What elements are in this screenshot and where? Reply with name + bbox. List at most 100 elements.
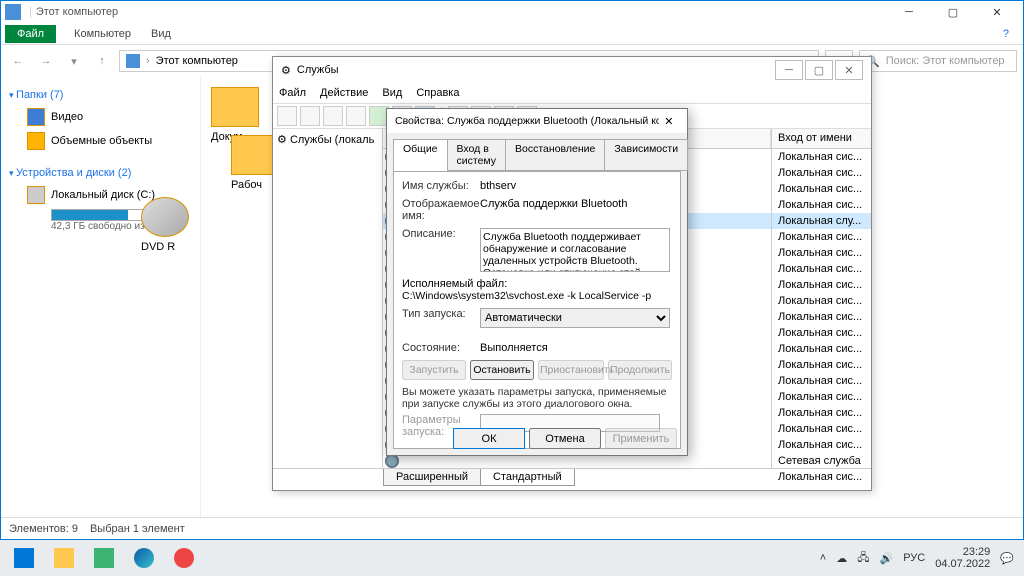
close-button[interactable]: ✕ bbox=[835, 60, 863, 80]
start-button[interactable] bbox=[4, 543, 44, 573]
language-indicator[interactable]: РУС bbox=[903, 552, 925, 564]
help-icon[interactable]: ? bbox=[1003, 28, 1009, 40]
logon-value: Локальная сис... bbox=[772, 421, 871, 437]
apply-button: Применить bbox=[605, 428, 677, 449]
logon-value: Локальная сис... bbox=[772, 437, 871, 453]
exe-value: C:\Windows\system32\svchost.exe -k Local… bbox=[402, 290, 672, 302]
start-button: Запустить bbox=[402, 360, 466, 380]
ribbon-tabs: Файл Компьютер Вид ? bbox=[1, 23, 1023, 45]
explorer-taskbar-icon[interactable] bbox=[44, 543, 84, 573]
ok-button[interactable]: ОК bbox=[453, 428, 525, 449]
services-titlebar: ⚙ Службы ─ ▢ ✕ bbox=[273, 57, 871, 83]
quick-access-sep: | bbox=[29, 6, 32, 18]
item-dvd[interactable]: DVD R bbox=[141, 197, 251, 517]
gear-icon: ⚙ bbox=[277, 134, 287, 146]
clock-time: 23:29 bbox=[935, 546, 990, 558]
notification-icon[interactable]: 💬 bbox=[1000, 552, 1014, 565]
logon-value: Локальная сис... bbox=[772, 325, 871, 341]
tb-1[interactable] bbox=[323, 106, 343, 126]
clock-date: 04.07.2022 bbox=[935, 558, 990, 570]
close-button[interactable]: ✕ bbox=[659, 115, 679, 128]
menu-file[interactable]: Файл bbox=[279, 87, 306, 99]
search-box[interactable]: 🔍 Поиск: Этот компьютер bbox=[859, 50, 1017, 72]
menu-help[interactable]: Справка bbox=[416, 87, 459, 99]
logon-value: Локальная сис... bbox=[772, 293, 871, 309]
pc-small-icon bbox=[126, 54, 140, 68]
cancel-button[interactable]: Отмена bbox=[529, 428, 601, 449]
service-name-value: bthserv bbox=[480, 180, 672, 192]
stop-button[interactable]: Остановить bbox=[470, 360, 534, 380]
devices-group[interactable]: Устройства и диски (2) bbox=[9, 167, 200, 179]
status-count: Элементов: 9 bbox=[9, 523, 78, 535]
computer-tab[interactable]: Компьютер bbox=[64, 25, 141, 43]
tab-standard[interactable]: Стандартный bbox=[480, 469, 575, 486]
logon-value: Локальная сис... bbox=[772, 277, 871, 293]
tab-recovery[interactable]: Восстановление bbox=[505, 139, 605, 171]
tab-logon[interactable]: Вход в систему bbox=[447, 139, 506, 171]
breadcrumb[interactable]: Этот компьютер bbox=[156, 55, 238, 67]
logon-value: Локальная сис... bbox=[772, 357, 871, 373]
logon-value: Локальная сис... bbox=[772, 181, 871, 197]
tab-general[interactable]: Общие bbox=[393, 139, 448, 171]
disk-icon bbox=[27, 186, 45, 204]
logon-value: Локальная слу... bbox=[772, 213, 871, 229]
explorer-titlebar: | Этот компьютер ─ ▢ ✕ bbox=[1, 1, 1023, 23]
explorer-title: Этот компьютер bbox=[36, 6, 118, 18]
network-icon[interactable]: 🖧 bbox=[857, 549, 869, 568]
file-tab[interactable]: Файл bbox=[5, 25, 56, 43]
video-icon bbox=[27, 108, 45, 126]
description-textarea[interactable]: Служба Bluetooth поддерживает обнаружени… bbox=[480, 228, 670, 272]
tb-forward[interactable] bbox=[300, 106, 320, 126]
minimize-button[interactable]: ─ bbox=[887, 1, 931, 23]
folder-icon bbox=[27, 132, 45, 150]
up-button[interactable]: ↑ bbox=[91, 50, 113, 72]
back-button[interactable]: ← bbox=[7, 50, 29, 72]
recent-button[interactable]: ▾ bbox=[63, 50, 85, 72]
view-tab[interactable]: Вид bbox=[141, 25, 181, 43]
services-tree[interactable]: ⚙ Службы (локаль bbox=[273, 129, 383, 468]
props-general-panel: Имя службы:bthserv Отображаемое имя:Служ… bbox=[393, 171, 681, 449]
edge-icon[interactable] bbox=[124, 543, 164, 573]
tab-extended[interactable]: Расширенный bbox=[383, 469, 481, 486]
close-button[interactable]: ✕ bbox=[975, 1, 1019, 23]
logon-value: Локальная сис... bbox=[772, 405, 871, 421]
maximize-button[interactable]: ▢ bbox=[805, 60, 833, 80]
startup-type-select[interactable]: Автоматически bbox=[480, 308, 670, 328]
system-tray: ˄ ☁ 🖧 🔊 РУС 23:29 04.07.2022 💬 bbox=[820, 546, 1020, 570]
logon-value: Локальная сис... bbox=[772, 373, 871, 389]
dvd-icon bbox=[141, 197, 189, 237]
description-label: Описание: bbox=[402, 228, 480, 272]
folder-icon bbox=[211, 87, 259, 127]
pc-icon bbox=[5, 4, 21, 20]
clock[interactable]: 23:29 04.07.2022 bbox=[935, 546, 990, 570]
state-label: Состояние: bbox=[402, 342, 480, 354]
minimize-button[interactable]: ─ bbox=[775, 60, 803, 80]
tree-3d-objects[interactable]: Объемные объекты bbox=[9, 129, 200, 153]
resume-button: Продолжить bbox=[608, 360, 672, 380]
tb-back[interactable] bbox=[277, 106, 297, 126]
logon-value: Локальная сис... bbox=[772, 229, 871, 245]
col-logon[interactable]: Вход от имени bbox=[772, 129, 871, 149]
tb-2[interactable] bbox=[346, 106, 366, 126]
menu-action[interactable]: Действие bbox=[320, 87, 368, 99]
menu-view[interactable]: Вид bbox=[382, 87, 402, 99]
logon-value: Локальная сис... bbox=[772, 341, 871, 357]
gear-icon: ⚙ bbox=[281, 64, 291, 77]
tab-deps[interactable]: Зависимости bbox=[604, 139, 688, 171]
forward-button[interactable]: → bbox=[35, 50, 57, 72]
tray-up-icon[interactable]: ˄ bbox=[820, 552, 826, 564]
tree-videos[interactable]: Видео bbox=[9, 105, 200, 129]
app-icon-1[interactable] bbox=[84, 543, 124, 573]
services-title: Службы bbox=[297, 64, 339, 76]
service-name-label: Имя службы: bbox=[402, 180, 480, 192]
volume-icon[interactable]: 🔊 bbox=[880, 552, 894, 565]
opera-icon[interactable] bbox=[164, 543, 204, 573]
onedrive-icon[interactable]: ☁ bbox=[836, 552, 847, 565]
state-value: Выполняется bbox=[480, 342, 672, 354]
pause-button: Приостановить bbox=[538, 360, 604, 380]
startup-hint: Вы можете указать параметры запуска, при… bbox=[402, 386, 672, 410]
display-name-label: Отображаемое имя: bbox=[402, 198, 480, 222]
maximize-button[interactable]: ▢ bbox=[931, 1, 975, 23]
folders-group[interactable]: Папки (7) bbox=[9, 89, 200, 101]
props-tabs: Общие Вход в систему Восстановление Зави… bbox=[387, 133, 687, 171]
